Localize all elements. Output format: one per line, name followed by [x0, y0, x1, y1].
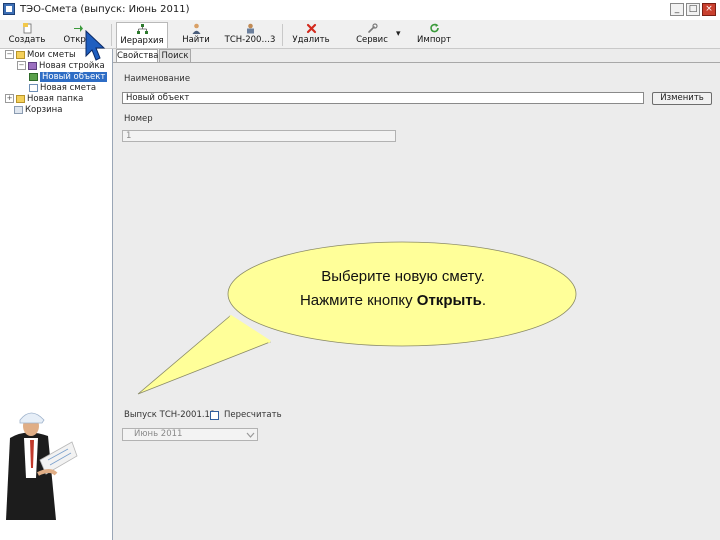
tree-item-new-object[interactable]: Новый объект — [29, 72, 108, 82]
hierarchy-button[interactable]: Иерархия — [116, 22, 168, 48]
service-wrench-icon — [367, 23, 378, 33]
delete-x-icon — [306, 23, 316, 34]
folder-icon — [16, 50, 25, 59]
tree-item-new-folder[interactable]: + Новая папка — [5, 94, 83, 104]
tree-item-new-construction[interactable]: − Новая стройка — [17, 61, 105, 71]
tree-item-recycle-bin[interactable]: Корзина — [14, 105, 62, 115]
name-field[interactable]: Новый объект — [122, 92, 644, 104]
tree-item-label: Новый объект — [40, 72, 108, 82]
service-label: Сервис — [356, 35, 388, 45]
change-button[interactable]: Изменить — [652, 92, 712, 105]
service-dropdown-icon[interactable]: ▾ — [396, 29, 401, 39]
building-icon — [28, 61, 37, 70]
chevron-down-icon — [246, 432, 255, 438]
close-button[interactable]: × — [702, 3, 716, 16]
number-field[interactable]: 1 — [122, 130, 396, 142]
toolbar-separator — [282, 24, 283, 46]
callout-line-1: Выберите новую смету. — [321, 268, 485, 285]
create-button[interactable]: Создать — [4, 22, 50, 48]
create-document-icon — [22, 23, 31, 34]
delete-button[interactable]: Удалить — [288, 22, 334, 48]
mouse-cursor-icon — [85, 30, 106, 61]
service-button[interactable]: Сервис — [352, 22, 392, 48]
tree-item-label: Новая папка — [27, 94, 84, 104]
collapse-toggle[interactable]: − — [5, 50, 14, 59]
callout-text: . — [481, 292, 487, 309]
expand-toggle[interactable]: + — [5, 94, 14, 103]
hint-callout — [137, 241, 577, 395]
folder-icon — [16, 94, 25, 103]
import-button[interactable]: Импорт — [414, 22, 454, 48]
document-icon — [29, 83, 38, 92]
import-label: Импорт — [417, 35, 451, 45]
tsn-catalog-icon — [246, 23, 254, 34]
recycle-bin-icon — [14, 105, 23, 114]
open-arrow-icon — [73, 25, 83, 32]
callout-button-name: Открыть — [416, 292, 482, 309]
tree-item-label: Мои сметы — [27, 50, 76, 60]
name-label: Наименование — [124, 74, 191, 84]
callout-text: Нажмите кнопку — [299, 292, 417, 309]
collapse-toggle[interactable]: − — [17, 61, 26, 70]
recalculate-checkbox[interactable] — [210, 411, 219, 420]
release-label: Выпуск ТСН-2001.13 — [124, 410, 216, 420]
tab-properties[interactable]: Свойства — [116, 49, 159, 62]
tab-underline — [113, 62, 720, 63]
find-label: Найти — [182, 35, 210, 45]
find-button[interactable]: Найти — [176, 22, 216, 48]
find-person-icon — [192, 23, 200, 34]
tsn-label: ТСН-200…3 — [224, 35, 276, 45]
tree-item-my-estimates[interactable]: − Мои сметы — [5, 50, 76, 60]
callout-line-2: Нажмите кнопку Открыть. — [262, 292, 524, 309]
tree-item-label: Новая смета — [40, 83, 97, 93]
tree-item-label: Новая стройка — [39, 61, 105, 71]
tree-item-new-estimate[interactable]: Новая смета — [29, 83, 96, 93]
import-refresh-icon — [429, 23, 439, 33]
minimize-button[interactable]: _ — [670, 3, 684, 16]
delete-label: Удалить — [292, 35, 330, 45]
create-label: Создать — [8, 35, 46, 45]
release-select[interactable]: Июнь 2011 — [122, 428, 258, 441]
engineer-figure-illustration — [6, 412, 78, 520]
tab-search[interactable]: Поиск — [159, 49, 191, 62]
hierarchy-label: Иерархия — [120, 36, 164, 46]
number-label: Номер — [124, 114, 153, 124]
window-title: ТЭО-Смета (выпуск: Июнь 2011) — [20, 4, 190, 15]
app-icon — [3, 3, 15, 15]
recalculate-label: Пересчитать — [224, 410, 282, 420]
release-select-value: Июнь 2011 — [134, 429, 183, 439]
tree-item-label: Корзина — [25, 105, 63, 115]
toolbar-separator — [111, 24, 112, 46]
tsn-button[interactable]: ТСН-200…3 — [222, 22, 278, 48]
hierarchy-icon — [136, 24, 148, 34]
object-icon — [29, 72, 38, 81]
title-bar: ТЭО-Смета (выпуск: Июнь 2011) _ □ × — [0, 0, 720, 21]
maximize-button[interactable]: □ — [686, 3, 700, 16]
